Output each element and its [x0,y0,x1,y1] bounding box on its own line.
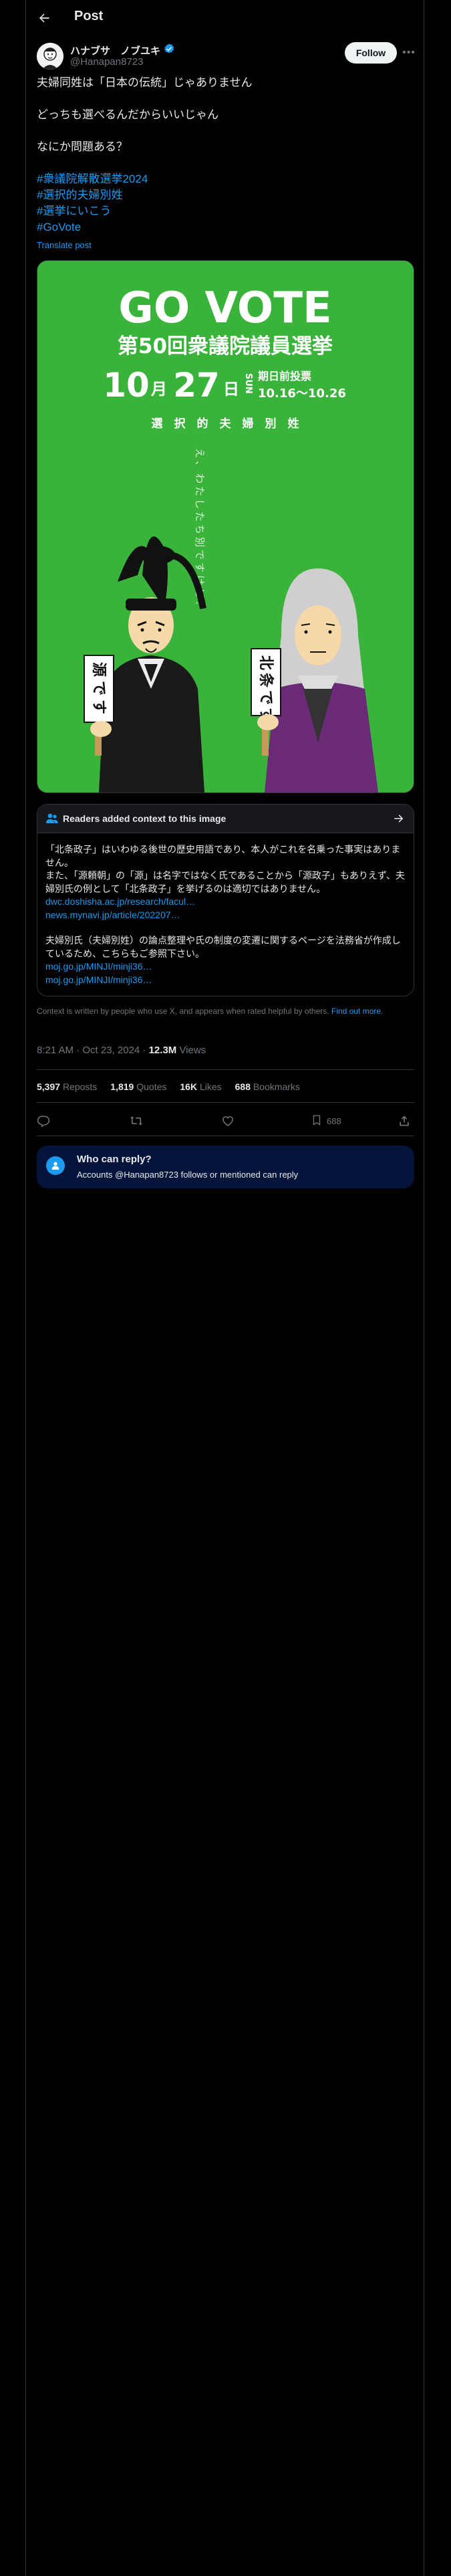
bookmark-count: 688 [327,1115,341,1126]
bookmark-icon [311,1113,323,1129]
bookmark-button[interactable]: 688 [311,1113,341,1129]
sign-left-text: 源です [90,662,108,718]
note-source-link[interactable]: news.mynavi.jp/article/202207… [45,909,406,922]
note-source-link[interactable]: moj.go.jp/MINJI/minji36… [45,960,406,974]
share-icon[interactable] [398,1113,411,1129]
more-options-icon[interactable]: ••• [400,44,418,62]
divider [37,1102,414,1103]
post-meta: 8:21 AM · Oct 23, 2024 · 12.3M Views [37,1045,206,1056]
find-out-more-link[interactable]: Find out more. [331,1006,383,1016]
poster-date-day: 27 [173,366,220,405]
hashtag-link[interactable]: #衆議院解散選挙2024 [37,171,411,187]
community-note-title: Readers added context to this image [63,813,227,824]
community-note: Readers added context to this image 「北条政… [37,804,414,996]
like-icon[interactable] [221,1113,235,1129]
follow-button[interactable]: Follow [345,42,397,64]
top-bar: Post [26,0,424,35]
note-paragraph: 「北条政子」はいわゆる後世の歴史用語であり、本人がこれを名乗った事実はありません… [45,844,401,868]
community-note-body: 「北条政子」はいわゆる後世の歴史用語であり、本人がこれを名乗った事実はありません… [45,843,406,986]
poster-date-day-unit: 日 [223,380,239,399]
likes-stat[interactable]: 16K Likes [180,1081,221,1092]
verified-badge-icon [163,43,175,58]
note-paragraph: また、「源頼朝」の「源」は名字ではなく氏であることから「源政子」もありえず、夫婦… [45,870,405,894]
poster-graphic: GO VOTE 第50回衆議院議員選挙 10 月 27 日 SUN 期日前投票 … [37,261,414,792]
author-handle[interactable]: @Hanapan8723 [70,56,143,68]
hashtag-link[interactable]: #GoVote [37,219,411,235]
people-icon [45,813,59,825]
post-line: なにか問題ある？ [37,140,128,153]
page-title: Post [74,9,104,23]
note-paragraph: 夫婦別氏（夫婦別姓）の論点整理や氏の制度の変遷に関するページを法務省が作成してい… [45,935,401,959]
action-bar: 688 [37,1113,414,1129]
repost-icon[interactable] [129,1113,144,1129]
arrow-right-icon[interactable] [393,813,405,825]
post-column: Post ハナブサ ノブユキ @Hanapan8723 Follow ••• 夫… [25,0,424,2576]
community-note-header[interactable]: Readers added context to this image [37,804,414,833]
poster-slogan: 選 択 的 夫 婦 別 姓 [152,417,299,431]
author-name[interactable]: ハナブサ ノブユキ [70,43,175,58]
post-text: 夫婦同姓は「日本の伝統」じゃありません どっちも選べるんだからいいじゃん なにか… [37,75,411,235]
views-count: 12.3M [148,1045,177,1056]
poster-election: 第50回衆議院議員選挙 [118,334,333,358]
note-source-link[interactable]: dwc.doshisha.ac.jp/research/facul… [45,895,406,909]
author-display-name[interactable]: ハナブサ ノブユキ [70,43,160,58]
bookmarks-stat[interactable]: 688 Bookmarks [235,1081,300,1092]
translate-post-link[interactable]: Translate post [37,240,92,250]
poster-early-vote-range: 10.16〜10.26 [258,387,346,401]
poster-headline: GO VOTE [118,284,331,333]
poster-weekday: SUN [243,373,253,394]
poster-date-month-unit: 月 [150,380,167,399]
poster-date-month: 10 [103,366,150,405]
context-explainer: Context is written by people who use X, … [37,1006,329,1016]
engagement-stats: 5,397 Reposts 1,819 Quotes 16K Likes 688… [37,1081,300,1092]
avatar[interactable] [37,43,63,70]
hashtag-link[interactable]: #選挙にいこう [37,203,411,219]
post-image[interactable]: GO VOTE 第50回衆議院議員選挙 10 月 27 日 SUN 期日前投票 … [37,260,414,793]
post-line: どっちも選べるんだからいいじゃん [37,108,218,121]
post-line: 夫婦同姓は「日本の伝統」じゃありません [37,76,253,89]
quotes-stat[interactable]: 1,819 Quotes [110,1081,166,1092]
post-timestamp[interactable]: 8:21 AM · Oct 23, 2024 · [37,1045,149,1056]
divider [37,1069,414,1070]
hashtag-link[interactable]: #選択的夫婦別姓 [37,187,411,203]
who-can-reply-title: Who can reply? [77,1154,152,1165]
community-note-footer: Context is written by people who use X, … [37,1006,411,1016]
poster-early-vote-label: 期日前投票 [258,370,311,383]
reply-icon[interactable] [37,1113,50,1129]
who-can-reply-subtitle: Accounts @Hanapan8723 follows or mention… [77,1170,299,1180]
who-can-reply-banner: Who can reply? Accounts @Hanapan8723 fol… [37,1146,414,1188]
back-arrow-icon[interactable] [35,9,53,27]
at-mention-icon [46,1156,65,1175]
views-label: Views [176,1045,206,1056]
note-source-link[interactable]: moj.go.jp/MINJI/minji36… [45,974,406,987]
reposts-stat[interactable]: 5,397 Reposts [37,1081,97,1092]
